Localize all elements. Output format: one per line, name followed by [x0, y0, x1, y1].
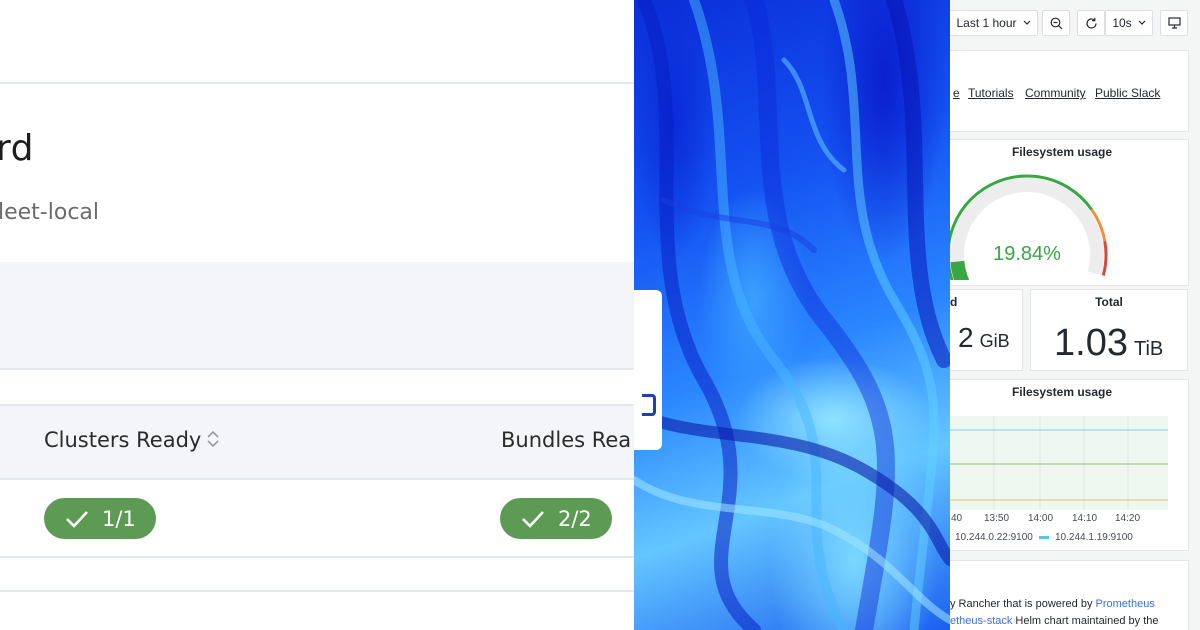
column-header-clusters-ready[interactable]: Clusters Ready: [44, 428, 221, 452]
x-tick-label: 40: [951, 513, 963, 524]
page-title: rd: [0, 128, 35, 169]
docs-link[interactable]: e: [953, 86, 960, 100]
column-header-bundles-ready[interactable]: Bundles Rea: [501, 428, 631, 452]
grafana-dashboard-panel: Last 1 hour 10s e Tutorials Community Pu…: [950, 0, 1200, 630]
refresh-button[interactable]: [1077, 10, 1105, 36]
monitor-icon: [1167, 17, 1181, 29]
refresh-icon: [1085, 17, 1097, 29]
legend-item[interactable]: 10.244.0.22:9100: [955, 532, 1033, 543]
check-icon: [522, 510, 544, 528]
footer-line-2: etheus-stack Helm chart maintained by th…: [950, 615, 1159, 627]
timeseries-plot: [950, 416, 1168, 510]
legend-swatch: [1039, 536, 1049, 539]
gauge-title: Filesystem usage: [1011, 145, 1113, 159]
x-tick-label: 14:10: [1072, 513, 1098, 524]
prometheus-link[interactable]: Prometheus: [1096, 598, 1155, 610]
stat-unit: TiB: [1133, 338, 1164, 360]
x-tick-label: 13:50: [984, 513, 1010, 524]
column-header-label: Bundles Rea: [501, 428, 632, 452]
community-link[interactable]: Community: [1025, 86, 1086, 100]
row-divider: [0, 556, 634, 558]
footer-text: y Rancher that is powered by: [950, 598, 1096, 610]
zoom-out-button[interactable]: [1042, 10, 1070, 36]
stat-used-value: 2 GiB: [958, 322, 1010, 354]
bundles-ready-badge: 2/2: [500, 498, 612, 539]
prometheus-stack-link[interactable]: etheus-stack: [950, 615, 1012, 627]
refresh-interval-label: 10s: [1112, 16, 1132, 30]
tutorials-link[interactable]: Tutorials: [968, 86, 1014, 100]
wallpaper-swirl-art: [634, 0, 950, 630]
legend-label: 10.244.1.19:9100: [1055, 532, 1133, 543]
tv-mode-button[interactable]: [1160, 10, 1188, 36]
chevron-down-icon: [1138, 20, 1146, 25]
x-tick-label: 14:20: [1115, 513, 1141, 524]
floating-window-edge: [634, 290, 662, 450]
time-range-label: Last 1 hour: [956, 16, 1017, 30]
stat-title: d: [950, 295, 958, 309]
chevron-down-icon: [1023, 20, 1030, 25]
zoom-out-icon: [1050, 17, 1062, 29]
stat-title: Total: [1095, 295, 1123, 309]
gauge-value: 19.84%: [993, 243, 1061, 265]
stat-total-value: 1.03 TiB: [1054, 322, 1163, 365]
footer-text: Helm chart maintained by the: [1012, 615, 1159, 627]
sort-icon[interactable]: [205, 428, 221, 450]
desktop-wallpaper: [634, 0, 950, 630]
workspace-subtitle: leet-local: [0, 200, 100, 225]
stat-unit: GiB: [979, 331, 1010, 351]
clusters-ready-badge: 1/1: [44, 498, 156, 539]
stat-number: 2: [958, 322, 974, 353]
badge-value: 1/1: [102, 506, 136, 531]
bracket-icon: [642, 394, 656, 416]
header-divider: [0, 82, 634, 84]
summary-band: [0, 262, 634, 370]
filesystem-gauge: 19.84%: [950, 174, 1108, 280]
legend-item[interactable]: 10.244.1.19:9100: [1039, 532, 1133, 543]
refresh-interval-picker[interactable]: 10s: [1105, 10, 1153, 36]
time-range-picker[interactable]: Last 1 hour: [950, 10, 1038, 36]
stat-number: 1.03: [1054, 322, 1128, 364]
x-tick-label: 14:00: [1028, 513, 1054, 524]
footer-line-1: y Rancher that is powered by Prometheus: [950, 598, 1155, 610]
timeseries-title: Filesystem usage: [1011, 385, 1113, 399]
legend-label: 10.244.0.22:9100: [955, 532, 1033, 543]
check-icon: [66, 510, 88, 528]
column-header-label: Clusters Ready: [44, 428, 202, 452]
public-slack-link[interactable]: Public Slack: [1095, 86, 1160, 100]
row-divider: [0, 590, 634, 592]
badge-value: 2/2: [558, 506, 592, 531]
fleet-dashboard-panel: rd leet-local Clusters Ready Bundles Rea…: [0, 0, 634, 630]
